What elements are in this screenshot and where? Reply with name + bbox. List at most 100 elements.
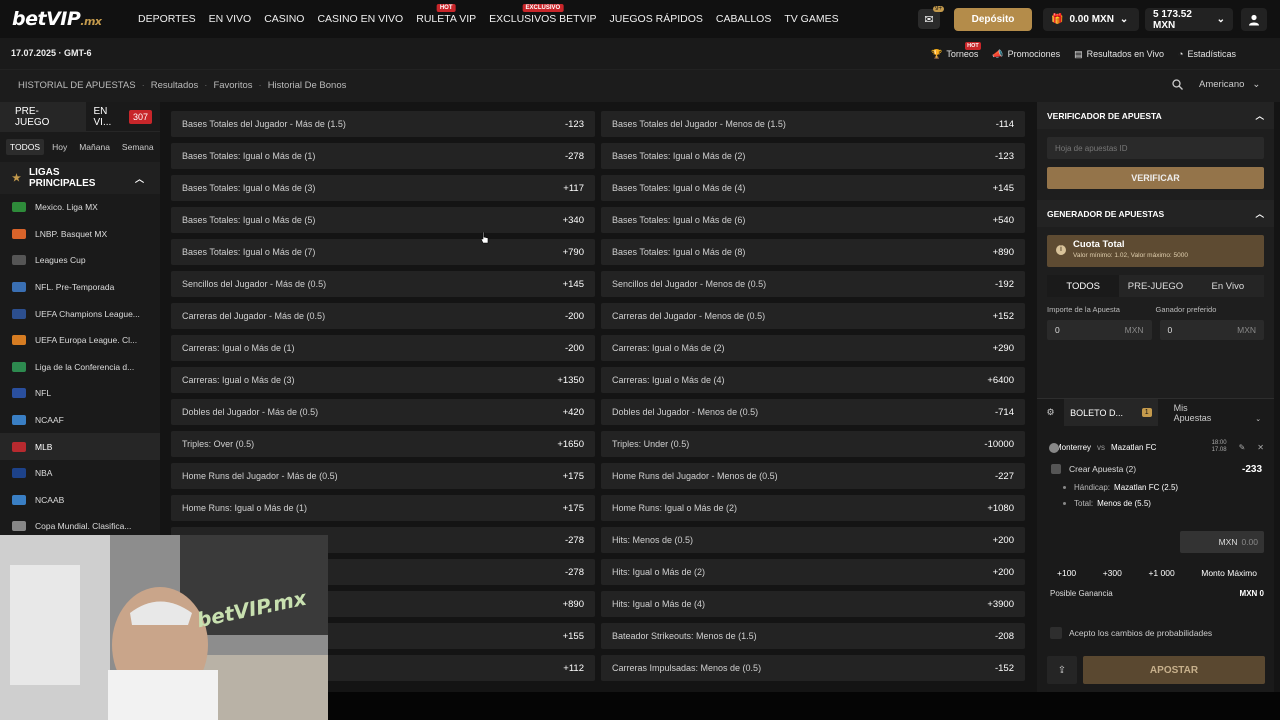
sidebar-item-league[interactable]: UEFA Champions League... <box>0 300 160 327</box>
gen-tab-pre-juego[interactable]: PRE-JUEGO <box>1119 275 1191 297</box>
sidebar-item-league[interactable]: NBA <box>0 460 160 487</box>
share-icon[interactable]: ⇪ <box>1047 656 1077 684</box>
sidebar-item-league[interactable]: Leagues Cup <box>0 247 160 274</box>
sidebar-item-league[interactable]: NFL <box>0 380 160 407</box>
bet-id-input[interactable]: Hoja de apuestas ID <box>1047 137 1264 159</box>
odds-button[interactable]: Carreras del Jugador - Más de (0.5) -200 <box>171 303 595 329</box>
sidebar-item-league[interactable]: LNBP. Basquet MX <box>0 221 160 248</box>
crumb-resultados[interactable]: Resultados <box>151 80 199 91</box>
nav-deportes[interactable]: DEPORTES <box>138 13 196 25</box>
gen-tab-en-vivo[interactable]: En Vivo <box>1192 275 1264 297</box>
mail-button[interactable]: ✉ 9+ <box>918 6 944 29</box>
odds-button[interactable]: Carreras: Igual o Más de (3) +1350 <box>171 367 595 393</box>
odds-button[interactable]: Bases Totales del Jugador - Más de (1.5)… <box>171 111 595 137</box>
odds-button[interactable]: Carreras del Jugador - Menos de (0.5) +15… <box>601 303 1025 329</box>
close-icon[interactable]: ✕ <box>1257 443 1264 452</box>
odds-button[interactable]: Sencillos del Jugador - Menos de (0.5) -1… <box>601 271 1025 297</box>
odds-button[interactable]: Hits: Igual o Más de (2) +200 <box>601 559 1025 585</box>
generador-header[interactable]: GENERADOR DE APUESTAS ︿ <box>1037 200 1274 227</box>
balance-dropdown[interactable]: 5 173.52 MXN ⌄ <box>1145 8 1233 31</box>
winner-input[interactable]: 0 MXN <box>1159 320 1264 340</box>
edit-icon[interactable]: ✎ <box>1239 443 1246 452</box>
sidebar-item-league[interactable]: NCAAF <box>0 407 160 434</box>
quick-100-button[interactable]: +100 <box>1057 568 1076 578</box>
sidebar-item-league[interactable]: MLB <box>0 433 160 460</box>
max-stake-button[interactable]: Monto Máximo <box>1201 568 1257 578</box>
accept-checkbox[interactable] <box>1050 627 1062 639</box>
sidebar-item-league[interactable]: NFL. Pre-Temporada <box>0 274 160 301</box>
crear-apuesta-row[interactable]: Crear Apuesta (2) -233 <box>1037 459 1274 479</box>
odds-button[interactable]: Bases Totales: Igual o Más de (4) +145 <box>601 175 1025 201</box>
sidebar-item-league[interactable]: Mexico. Liga MX <box>0 194 160 221</box>
nav-tv-games[interactable]: TV GAMES <box>784 13 838 25</box>
odds-button[interactable]: Dobles del Jugador - Más de (0.5) +420 <box>171 399 595 425</box>
promociones-link[interactable]: 📣 Promociones <box>992 49 1060 60</box>
odds-button[interactable]: Carreras Impulsadas: Menos de (0.5) -152 <box>601 655 1025 681</box>
gen-tab-todos[interactable]: TODOS <box>1047 275 1120 297</box>
filter-hoy[interactable]: Hoy <box>48 139 71 155</box>
odds-button[interactable]: Bateador Strikeouts: Menos de (1.5) -208 <box>601 623 1025 649</box>
gear-icon[interactable]: ⚙ <box>1037 399 1064 426</box>
odds-button[interactable]: Hits: Menos de (0.5) +200 <box>601 527 1025 553</box>
sidebar-item-league[interactable]: Liga de la Conferencia d... <box>0 354 160 381</box>
nav-en-vivo[interactable]: EN VIVO <box>209 13 252 25</box>
odds-button[interactable]: Bases Totales: Igual o Más de (3) +117 <box>171 175 595 201</box>
crumb-favoritos[interactable]: Favoritos <box>213 80 252 91</box>
odds-button[interactable]: Carreras: Igual o Más de (1) -200 <box>171 335 595 361</box>
odds-button[interactable]: Bases Totales: Igual o Más de (7) +790 <box>171 239 595 265</box>
quick-300-button[interactable]: +300 <box>1103 568 1122 578</box>
tab-pre-juego[interactable]: PRE-JUEGO <box>0 101 86 132</box>
amount-input[interactable]: 0 MXN <box>1047 320 1152 340</box>
odds-button[interactable]: Home Runs del Jugador - Menos de (0.5) -2… <box>601 463 1025 489</box>
tab-mis-apuestas[interactable]: Mis Apuestas ⌄ <box>1158 403 1274 423</box>
search-icon[interactable] <box>1172 79 1183 90</box>
verificador-header[interactable]: VERIFICADOR DE APUESTA ︿ <box>1037 102 1274 129</box>
odds-button[interactable]: Sencillos del Jugador - Más de (0.5) +145 <box>171 271 595 297</box>
sidebar-item-league[interactable]: UEFA Europa League. Cl... <box>0 327 160 354</box>
tab-en-vivo[interactable]: EN VI... 307 <box>86 102 161 132</box>
nav-exclusivos-betvip[interactable]: EXCLUSIVO EXCLUSIVOS BETVIP <box>489 4 597 25</box>
odds-button[interactable]: Carreras: Igual o Más de (4) +6400 <box>601 367 1025 393</box>
nav-casino-en-vivo[interactable]: CASINO EN VIVO <box>317 13 403 25</box>
tab-boleto[interactable]: BOLETO D... 1 <box>1064 399 1158 426</box>
odds-button[interactable]: Bases Totales: Igual o Más de (8) +890 <box>601 239 1025 265</box>
accept-odds-change[interactable]: Acepto los cambios de probabilidades <box>1050 627 1212 639</box>
torneos-link[interactable]: 🏆 Torneos HOT <box>931 41 981 60</box>
odds-button[interactable]: Triples: Over (0.5) +1650 <box>171 431 595 457</box>
betvip-logo[interactable]: betVIP.mx <box>12 8 102 30</box>
odds-button[interactable]: Bases Totales del Jugador - Menos de (1.… <box>601 111 1025 137</box>
odds-button[interactable]: Carreras: Igual o Más de (2) +290 <box>601 335 1025 361</box>
nav-juegos-rapidos[interactable]: JUEGOS RÁPIDOS <box>610 13 703 25</box>
crumb-historial[interactable]: HISTORIAL DE APUESTAS <box>18 80 136 91</box>
sidebar-item-league[interactable]: NCAAB <box>0 487 160 514</box>
estadisticas-link[interactable]: ◔ Estadísticas <box>1178 49 1236 59</box>
odds-button[interactable]: Bases Totales: Igual o Más de (1) -278 <box>171 143 595 169</box>
deposit-button[interactable]: Depósito <box>954 8 1032 31</box>
odds-button[interactable]: Hits: Igual o Más de (4) +3900 <box>601 591 1025 617</box>
cuota-total-box[interactable]: i Cuota Total Valor mínimo: 1.02, Valor … <box>1047 235 1264 267</box>
odds-button[interactable]: Home Runs: Igual o Más de (2) +1080 <box>601 495 1025 521</box>
odds-button[interactable]: Home Runs: Igual o Más de (1) +175 <box>171 495 595 521</box>
verificar-button[interactable]: VERIFICAR <box>1047 167 1264 189</box>
odds-button[interactable]: Home Runs del Jugador - Más de (0.5) +175 <box>171 463 595 489</box>
odds-button[interactable]: Dobles del Jugador - Menos de (0.5) -714 <box>601 399 1025 425</box>
bonus-wallet-dropdown[interactable]: 🎁 0.00 MXN ⌄ <box>1043 8 1139 31</box>
odds-button[interactable]: Bases Totales: Igual o Más de (6) +540 <box>601 207 1025 233</box>
odds-button[interactable]: Triples: Under (0.5) -10000 <box>601 431 1025 457</box>
user-account-button[interactable] <box>1241 8 1267 31</box>
stake-input[interactable]: MXN 0.00 <box>1180 531 1264 553</box>
crumb-bonos[interactable]: Historial De Bonos <box>268 80 347 91</box>
filter-todos[interactable]: TODOS <box>6 139 45 155</box>
filter-semana[interactable]: Semana <box>118 139 158 155</box>
odds-button[interactable]: Bases Totales: Igual o Más de (5) +340 <box>171 207 595 233</box>
odds-button[interactable]: Bases Totales: Igual o Más de (2) -123 <box>601 143 1025 169</box>
nav-caballos[interactable]: CABALLOS <box>716 13 771 25</box>
filter-manana[interactable]: Mañana <box>75 139 114 155</box>
resultados-link[interactable]: ▤ Resultados en Vivo <box>1074 49 1164 60</box>
odds-format-selector[interactable]: Americano ⌄ <box>1172 79 1260 90</box>
nav-ruleta-vip[interactable]: HOT RULETA VIP <box>416 4 476 25</box>
nav-casino[interactable]: CASINO <box>264 13 304 25</box>
quick-1000-button[interactable]: +1 000 <box>1148 568 1174 578</box>
apostar-button[interactable]: APOSTAR <box>1083 656 1265 684</box>
ligas-principales-header[interactable]: ★ LIGAS PRINCIPALES ︿ <box>0 162 160 194</box>
